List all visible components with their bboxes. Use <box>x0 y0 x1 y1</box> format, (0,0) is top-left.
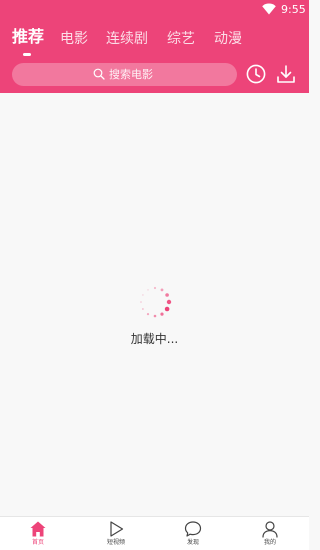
nav-home-label: 首页 <box>31 539 44 546</box>
nav-discover[interactable]: 发现 <box>163 517 223 550</box>
search-icon <box>93 68 105 80</box>
download-icon[interactable] <box>275 63 297 85</box>
search-placeholder: 搜索电影 <box>109 68 153 81</box>
bottom-nav: 首页 短视频 发现 我的 <box>0 516 309 550</box>
loading-area: 加载中... <box>0 93 309 516</box>
nav-home[interactable]: 首页 <box>8 517 68 550</box>
nav-profile-label: 我的 <box>263 539 276 546</box>
home-icon <box>30 521 46 537</box>
nav-discover-label: 发现 <box>186 539 199 546</box>
category-tabs: 推荐 电影 连续剧 综艺 动漫 <box>0 24 309 60</box>
nav-short-video[interactable]: 短视频 <box>86 517 146 550</box>
tab-variety[interactable]: 综艺 <box>167 29 195 49</box>
loading-spinner-icon <box>140 286 172 318</box>
search-input[interactable]: 搜索电影 <box>12 63 237 86</box>
loading-text: 加载中... <box>130 332 179 346</box>
tab-recommended[interactable]: 推荐 <box>12 27 44 47</box>
user-icon <box>262 521 278 538</box>
clock-icon[interactable] <box>245 63 267 85</box>
nav-profile[interactable]: 我的 <box>240 517 300 550</box>
nav-short-video-label: 短视频 <box>106 539 125 546</box>
app-screen: 9:55 推荐 电影 连续剧 综艺 动漫 搜索电影 加载中... 首页 短视频 … <box>0 0 309 550</box>
status-bar: 9:55 <box>0 0 309 20</box>
tab-indicator <box>23 53 31 56</box>
tab-series[interactable]: 连续剧 <box>106 29 148 49</box>
wifi-icon <box>262 3 276 15</box>
chat-bubble-icon <box>184 521 202 537</box>
tab-anime[interactable]: 动漫 <box>214 29 242 49</box>
header: 9:55 推荐 电影 连续剧 综艺 动漫 搜索电影 <box>0 0 309 93</box>
status-time: 9:55 <box>281 3 306 16</box>
tab-movies[interactable]: 电影 <box>60 29 88 49</box>
play-icon <box>110 521 124 537</box>
